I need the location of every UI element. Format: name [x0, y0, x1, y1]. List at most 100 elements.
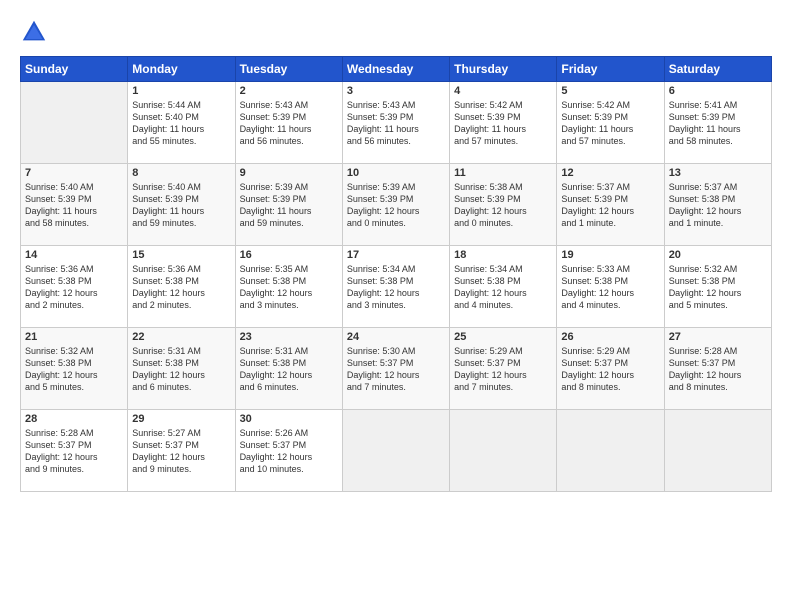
- day-info: Sunrise: 5:42 AMSunset: 5:39 PMDaylight:…: [561, 99, 659, 148]
- day-info: Sunrise: 5:40 AMSunset: 5:39 PMDaylight:…: [132, 181, 230, 230]
- day-info: Sunrise: 5:34 AMSunset: 5:38 PMDaylight:…: [347, 263, 445, 312]
- calendar-cell: 22 Sunrise: 5:31 AMSunset: 5:38 PMDayligh…: [128, 328, 235, 410]
- day-number: 18: [454, 249, 552, 261]
- calendar-cell: 10 Sunrise: 5:39 AMSunset: 5:39 PMDayligh…: [342, 164, 449, 246]
- day-number: 17: [347, 249, 445, 261]
- calendar-header-thursday: Thursday: [450, 57, 557, 82]
- day-info: Sunrise: 5:40 AMSunset: 5:39 PMDaylight:…: [25, 181, 123, 230]
- day-info: Sunrise: 5:38 AMSunset: 5:39 PMDaylight:…: [454, 181, 552, 230]
- logo: [20, 18, 54, 46]
- calendar-cell: 9 Sunrise: 5:39 AMSunset: 5:39 PMDaylight…: [235, 164, 342, 246]
- day-info: Sunrise: 5:34 AMSunset: 5:38 PMDaylight:…: [454, 263, 552, 312]
- day-info: Sunrise: 5:39 AMSunset: 5:39 PMDaylight:…: [240, 181, 338, 230]
- day-info: Sunrise: 5:28 AMSunset: 5:37 PMDaylight:…: [669, 345, 767, 394]
- calendar-cell: 20 Sunrise: 5:32 AMSunset: 5:38 PMDayligh…: [664, 246, 771, 328]
- day-info: Sunrise: 5:44 AMSunset: 5:40 PMDaylight:…: [132, 99, 230, 148]
- day-number: 15: [132, 249, 230, 261]
- day-info: Sunrise: 5:36 AMSunset: 5:38 PMDaylight:…: [132, 263, 230, 312]
- day-info: Sunrise: 5:32 AMSunset: 5:38 PMDaylight:…: [669, 263, 767, 312]
- logo-icon: [20, 18, 48, 46]
- calendar-week-1: 7 Sunrise: 5:40 AMSunset: 5:39 PMDaylight…: [21, 164, 772, 246]
- day-info: Sunrise: 5:36 AMSunset: 5:38 PMDaylight:…: [25, 263, 123, 312]
- calendar-cell: [557, 410, 664, 492]
- day-info: Sunrise: 5:31 AMSunset: 5:38 PMDaylight:…: [132, 345, 230, 394]
- calendar-cell: 28Sunrise: 5:28 AMSunset: 5:37 PMDayligh…: [21, 410, 128, 492]
- day-info: Sunrise: 5:29 AMSunset: 5:37 PMDaylight:…: [454, 345, 552, 394]
- day-number: 6: [669, 85, 767, 97]
- calendar-week-3: 21Sunrise: 5:32 AMSunset: 5:38 PMDayligh…: [21, 328, 772, 410]
- calendar-cell: 15 Sunrise: 5:36 AMSunset: 5:38 PMDayligh…: [128, 246, 235, 328]
- day-number: 28: [25, 413, 123, 425]
- day-info: Sunrise: 5:26 AMSunset: 5:37 PMDaylight:…: [240, 427, 338, 476]
- calendar-cell: 23Sunrise: 5:31 AMSunset: 5:38 PMDayligh…: [235, 328, 342, 410]
- day-info: Sunrise: 5:30 AMSunset: 5:37 PMDaylight:…: [347, 345, 445, 394]
- day-number: 29: [132, 413, 230, 425]
- calendar-cell: 29 Sunrise: 5:27 AMSunset: 5:37 PMDayligh…: [128, 410, 235, 492]
- calendar-cell: 11 Sunrise: 5:38 AMSunset: 5:39 PMDayligh…: [450, 164, 557, 246]
- calendar-week-2: 14 Sunrise: 5:36 AMSunset: 5:38 PMDayligh…: [21, 246, 772, 328]
- calendar-cell: [21, 82, 128, 164]
- day-number: 20: [669, 249, 767, 261]
- day-info: Sunrise: 5:41 AMSunset: 5:39 PMDaylight:…: [669, 99, 767, 148]
- day-info: Sunrise: 5:37 AMSunset: 5:38 PMDaylight:…: [669, 181, 767, 230]
- day-number: 4: [454, 85, 552, 97]
- calendar-cell: 3 Sunrise: 5:43 AMSunset: 5:39 PMDaylight…: [342, 82, 449, 164]
- day-number: 24: [347, 331, 445, 343]
- calendar-table: SundayMondayTuesdayWednesdayThursdayFrid…: [20, 56, 772, 492]
- calendar-header-sunday: Sunday: [21, 57, 128, 82]
- calendar-cell: 1 Sunrise: 5:44 AMSunset: 5:40 PMDaylight…: [128, 82, 235, 164]
- calendar-cell: [450, 410, 557, 492]
- calendar-cell: 14 Sunrise: 5:36 AMSunset: 5:38 PMDayligh…: [21, 246, 128, 328]
- calendar-cell: [342, 410, 449, 492]
- calendar-cell: 7 Sunrise: 5:40 AMSunset: 5:39 PMDaylight…: [21, 164, 128, 246]
- day-number: 1: [132, 85, 230, 97]
- calendar-cell: 17 Sunrise: 5:34 AMSunset: 5:38 PMDayligh…: [342, 246, 449, 328]
- calendar-cell: 12 Sunrise: 5:37 AMSunset: 5:39 PMDayligh…: [557, 164, 664, 246]
- calendar-cell: 27 Sunrise: 5:28 AMSunset: 5:37 PMDayligh…: [664, 328, 771, 410]
- day-number: 14: [25, 249, 123, 261]
- calendar-cell: 8 Sunrise: 5:40 AMSunset: 5:39 PMDaylight…: [128, 164, 235, 246]
- day-number: 5: [561, 85, 659, 97]
- calendar-cell: 16 Sunrise: 5:35 AMSunset: 5:38 PMDayligh…: [235, 246, 342, 328]
- day-info: Sunrise: 5:42 AMSunset: 5:39 PMDaylight:…: [454, 99, 552, 148]
- day-number: 27: [669, 331, 767, 343]
- day-number: 10: [347, 167, 445, 179]
- day-info: Sunrise: 5:27 AMSunset: 5:37 PMDaylight:…: [132, 427, 230, 476]
- day-number: 16: [240, 249, 338, 261]
- day-number: 7: [25, 167, 123, 179]
- calendar-cell: 26Sunrise: 5:29 AMSunset: 5:37 PMDayligh…: [557, 328, 664, 410]
- calendar-cell: 13 Sunrise: 5:37 AMSunset: 5:38 PMDayligh…: [664, 164, 771, 246]
- calendar-cell: 21Sunrise: 5:32 AMSunset: 5:38 PMDayligh…: [21, 328, 128, 410]
- day-info: Sunrise: 5:43 AMSunset: 5:39 PMDaylight:…: [347, 99, 445, 148]
- calendar-cell: 6 Sunrise: 5:41 AMSunset: 5:39 PMDaylight…: [664, 82, 771, 164]
- day-number: 3: [347, 85, 445, 97]
- day-info: Sunrise: 5:37 AMSunset: 5:39 PMDaylight:…: [561, 181, 659, 230]
- day-number: 8: [132, 167, 230, 179]
- header: [20, 18, 772, 46]
- day-number: 12: [561, 167, 659, 179]
- day-info: Sunrise: 5:31 AMSunset: 5:38 PMDaylight:…: [240, 345, 338, 394]
- day-number: 26: [561, 331, 659, 343]
- day-number: 13: [669, 167, 767, 179]
- day-info: Sunrise: 5:43 AMSunset: 5:39 PMDaylight:…: [240, 99, 338, 148]
- day-info: Sunrise: 5:39 AMSunset: 5:39 PMDaylight:…: [347, 181, 445, 230]
- calendar-cell: 4 Sunrise: 5:42 AMSunset: 5:39 PMDaylight…: [450, 82, 557, 164]
- calendar-cell: 19Sunrise: 5:33 AMSunset: 5:38 PMDayligh…: [557, 246, 664, 328]
- calendar-week-4: 28Sunrise: 5:28 AMSunset: 5:37 PMDayligh…: [21, 410, 772, 492]
- day-number: 30: [240, 413, 338, 425]
- day-info: Sunrise: 5:35 AMSunset: 5:38 PMDaylight:…: [240, 263, 338, 312]
- calendar-cell: [664, 410, 771, 492]
- calendar-header-monday: Monday: [128, 57, 235, 82]
- calendar-cell: 25 Sunrise: 5:29 AMSunset: 5:37 PMDayligh…: [450, 328, 557, 410]
- calendar-cell: 24 Sunrise: 5:30 AMSunset: 5:37 PMDayligh…: [342, 328, 449, 410]
- day-number: 9: [240, 167, 338, 179]
- day-number: 25: [454, 331, 552, 343]
- calendar-header-friday: Friday: [557, 57, 664, 82]
- day-info: Sunrise: 5:33 AMSunset: 5:38 PMDaylight:…: [561, 263, 659, 312]
- day-number: 11: [454, 167, 552, 179]
- calendar-cell: 18 Sunrise: 5:34 AMSunset: 5:38 PMDayligh…: [450, 246, 557, 328]
- calendar-header-row: SundayMondayTuesdayWednesdayThursdayFrid…: [21, 57, 772, 82]
- day-number: 22: [132, 331, 230, 343]
- calendar-week-0: 1 Sunrise: 5:44 AMSunset: 5:40 PMDaylight…: [21, 82, 772, 164]
- calendar-cell: 5 Sunrise: 5:42 AMSunset: 5:39 PMDaylight…: [557, 82, 664, 164]
